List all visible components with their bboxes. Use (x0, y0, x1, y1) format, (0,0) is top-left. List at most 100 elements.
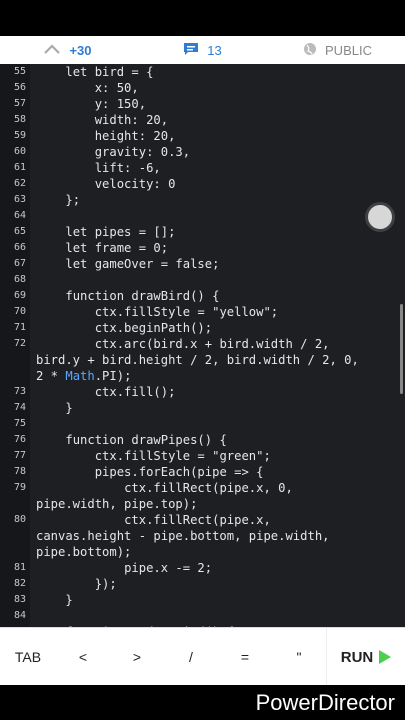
code-text: } (36, 593, 73, 607)
keyboard-helper-bar: TAB < > / = " RUN (0, 627, 405, 686)
line-number: 77 (0, 448, 30, 464)
less-than-key[interactable]: < (56, 628, 110, 686)
line-number: 84 (0, 608, 30, 624)
play-icon (379, 650, 392, 664)
code-line: 57 y: 150, (0, 96, 405, 112)
comment-count: 13 (207, 42, 222, 58)
scroll-handle[interactable] (368, 205, 392, 229)
code-text: ctx.fillRect(pipe.x, canvas.height - pip… (36, 513, 330, 559)
code-line: 66 let frame = 0; (0, 240, 405, 256)
code-text: let frame = 0; (36, 241, 169, 255)
upvote-count: +30 (69, 42, 92, 58)
code-line: 61 lift: -6, (0, 160, 405, 176)
run-label: RUN (340, 648, 374, 666)
line-number: 75 (0, 416, 30, 432)
upvote-button[interactable]: +30 (0, 43, 135, 58)
code-text: ctx.fillStyle = "yellow"; (36, 305, 279, 319)
code-text: gravity: 0.3, (36, 145, 191, 159)
line-number: 71 (0, 320, 30, 336)
code-editor[interactable]: 55 let bird = {56 x: 50, 57 y: 150, 58 wid… (0, 64, 405, 627)
greater-than-key[interactable]: > (110, 628, 164, 686)
code-line: 65 let pipes = []; (0, 224, 405, 240)
code-text: pipe.x -= 2; (36, 561, 213, 575)
line-number: 59 (0, 128, 30, 144)
visibility-button[interactable]: PUBLIC (270, 42, 405, 59)
visibility-label: PUBLIC (325, 42, 372, 58)
chevron-up-icon (43, 43, 61, 58)
code-line: 58 width: 20, (0, 112, 405, 128)
code-line: 77 ctx.fillStyle = "green"; (0, 448, 405, 464)
quote-key[interactable]: " (272, 628, 326, 686)
code-line: 63 }; (0, 192, 405, 208)
code-line: 80 ctx.fillRect(pipe.x, canvas.height - … (0, 512, 405, 560)
tab-key[interactable]: TAB (0, 628, 56, 686)
comments-button[interactable]: 13 (135, 42, 270, 59)
status-bar-area (0, 0, 405, 36)
code-line: 81 pipe.x -= 2; (0, 560, 405, 576)
code-line: 78 pipes.forEach(pipe => { (0, 464, 405, 480)
line-number: 83 (0, 592, 30, 608)
code-text: } (36, 401, 73, 415)
code-line: 84 (0, 608, 405, 624)
line-number: 70 (0, 304, 30, 320)
line-number: 76 (0, 432, 30, 448)
code-line: 72 ctx.arc(bird.x + bird.width / 2, bird… (0, 336, 405, 384)
code-line: 67 let gameOver = false; (0, 256, 405, 272)
code-line: 56 x: 50, (0, 80, 405, 96)
code-line: 76 function drawPipes() { (0, 432, 405, 448)
line-number: 72 (0, 336, 30, 384)
comment-icon (183, 42, 199, 59)
code-text: ctx.arc(bird.x + bird.width / 2, bird.y … (36, 337, 359, 383)
code-text: let gameOver = false; (36, 257, 220, 271)
line-number: 58 (0, 112, 30, 128)
watermark: PowerDirector (0, 685, 405, 720)
line-number: 60 (0, 144, 30, 160)
line-number: 62 (0, 176, 30, 192)
line-number: 67 (0, 256, 30, 272)
code-text: }; (36, 193, 81, 207)
code-text: }); (36, 577, 117, 591)
line-number: 82 (0, 576, 30, 592)
line-number: 63 (0, 192, 30, 208)
code-text: width: 20, (36, 113, 169, 127)
code-line: 73 ctx.fill(); (0, 384, 405, 400)
code-text: x: 50, (36, 81, 139, 95)
line-number: 61 (0, 160, 30, 176)
code-line: 60 gravity: 0.3, (0, 144, 405, 160)
code-line: 74 } (0, 400, 405, 416)
line-number: 55 (0, 64, 30, 80)
globe-icon (303, 42, 317, 59)
code-text: ctx.fillStyle = "green"; (36, 449, 271, 463)
code-line: 71 ctx.beginPath(); (0, 320, 405, 336)
code-text: height: 20, (36, 129, 176, 143)
line-number: 81 (0, 560, 30, 576)
code-text: ctx.beginPath(); (36, 321, 213, 335)
code-text: let bird = { (36, 65, 154, 79)
code-line: 69 function drawBird() { (0, 288, 405, 304)
code-text: function drawPipes() { (36, 433, 227, 447)
code-line: 62 velocity: 0 (0, 176, 405, 192)
code-line: 64 (0, 208, 405, 224)
code-lines: 55 let bird = {56 x: 50, 57 y: 150, 58 wid… (0, 64, 405, 627)
line-number: 56 (0, 80, 30, 96)
equals-key[interactable]: = (218, 628, 272, 686)
code-text: y: 150, (36, 97, 147, 111)
line-number: 74 (0, 400, 30, 416)
line-number: 73 (0, 384, 30, 400)
line-number: 78 (0, 464, 30, 480)
line-number: 69 (0, 288, 30, 304)
code-line: 79 ctx.fillRect(pipe.x, 0, pipe.width, p… (0, 480, 405, 512)
line-number: 68 (0, 272, 30, 288)
code-line: 75 (0, 416, 405, 432)
code-line: 82 }); (0, 576, 405, 592)
scrollbar[interactable] (400, 304, 403, 394)
slash-key[interactable]: / (164, 628, 218, 686)
run-button[interactable]: RUN (326, 628, 405, 686)
line-number: 57 (0, 96, 30, 112)
code-line: 59 height: 20, (0, 128, 405, 144)
line-number: 64 (0, 208, 30, 224)
